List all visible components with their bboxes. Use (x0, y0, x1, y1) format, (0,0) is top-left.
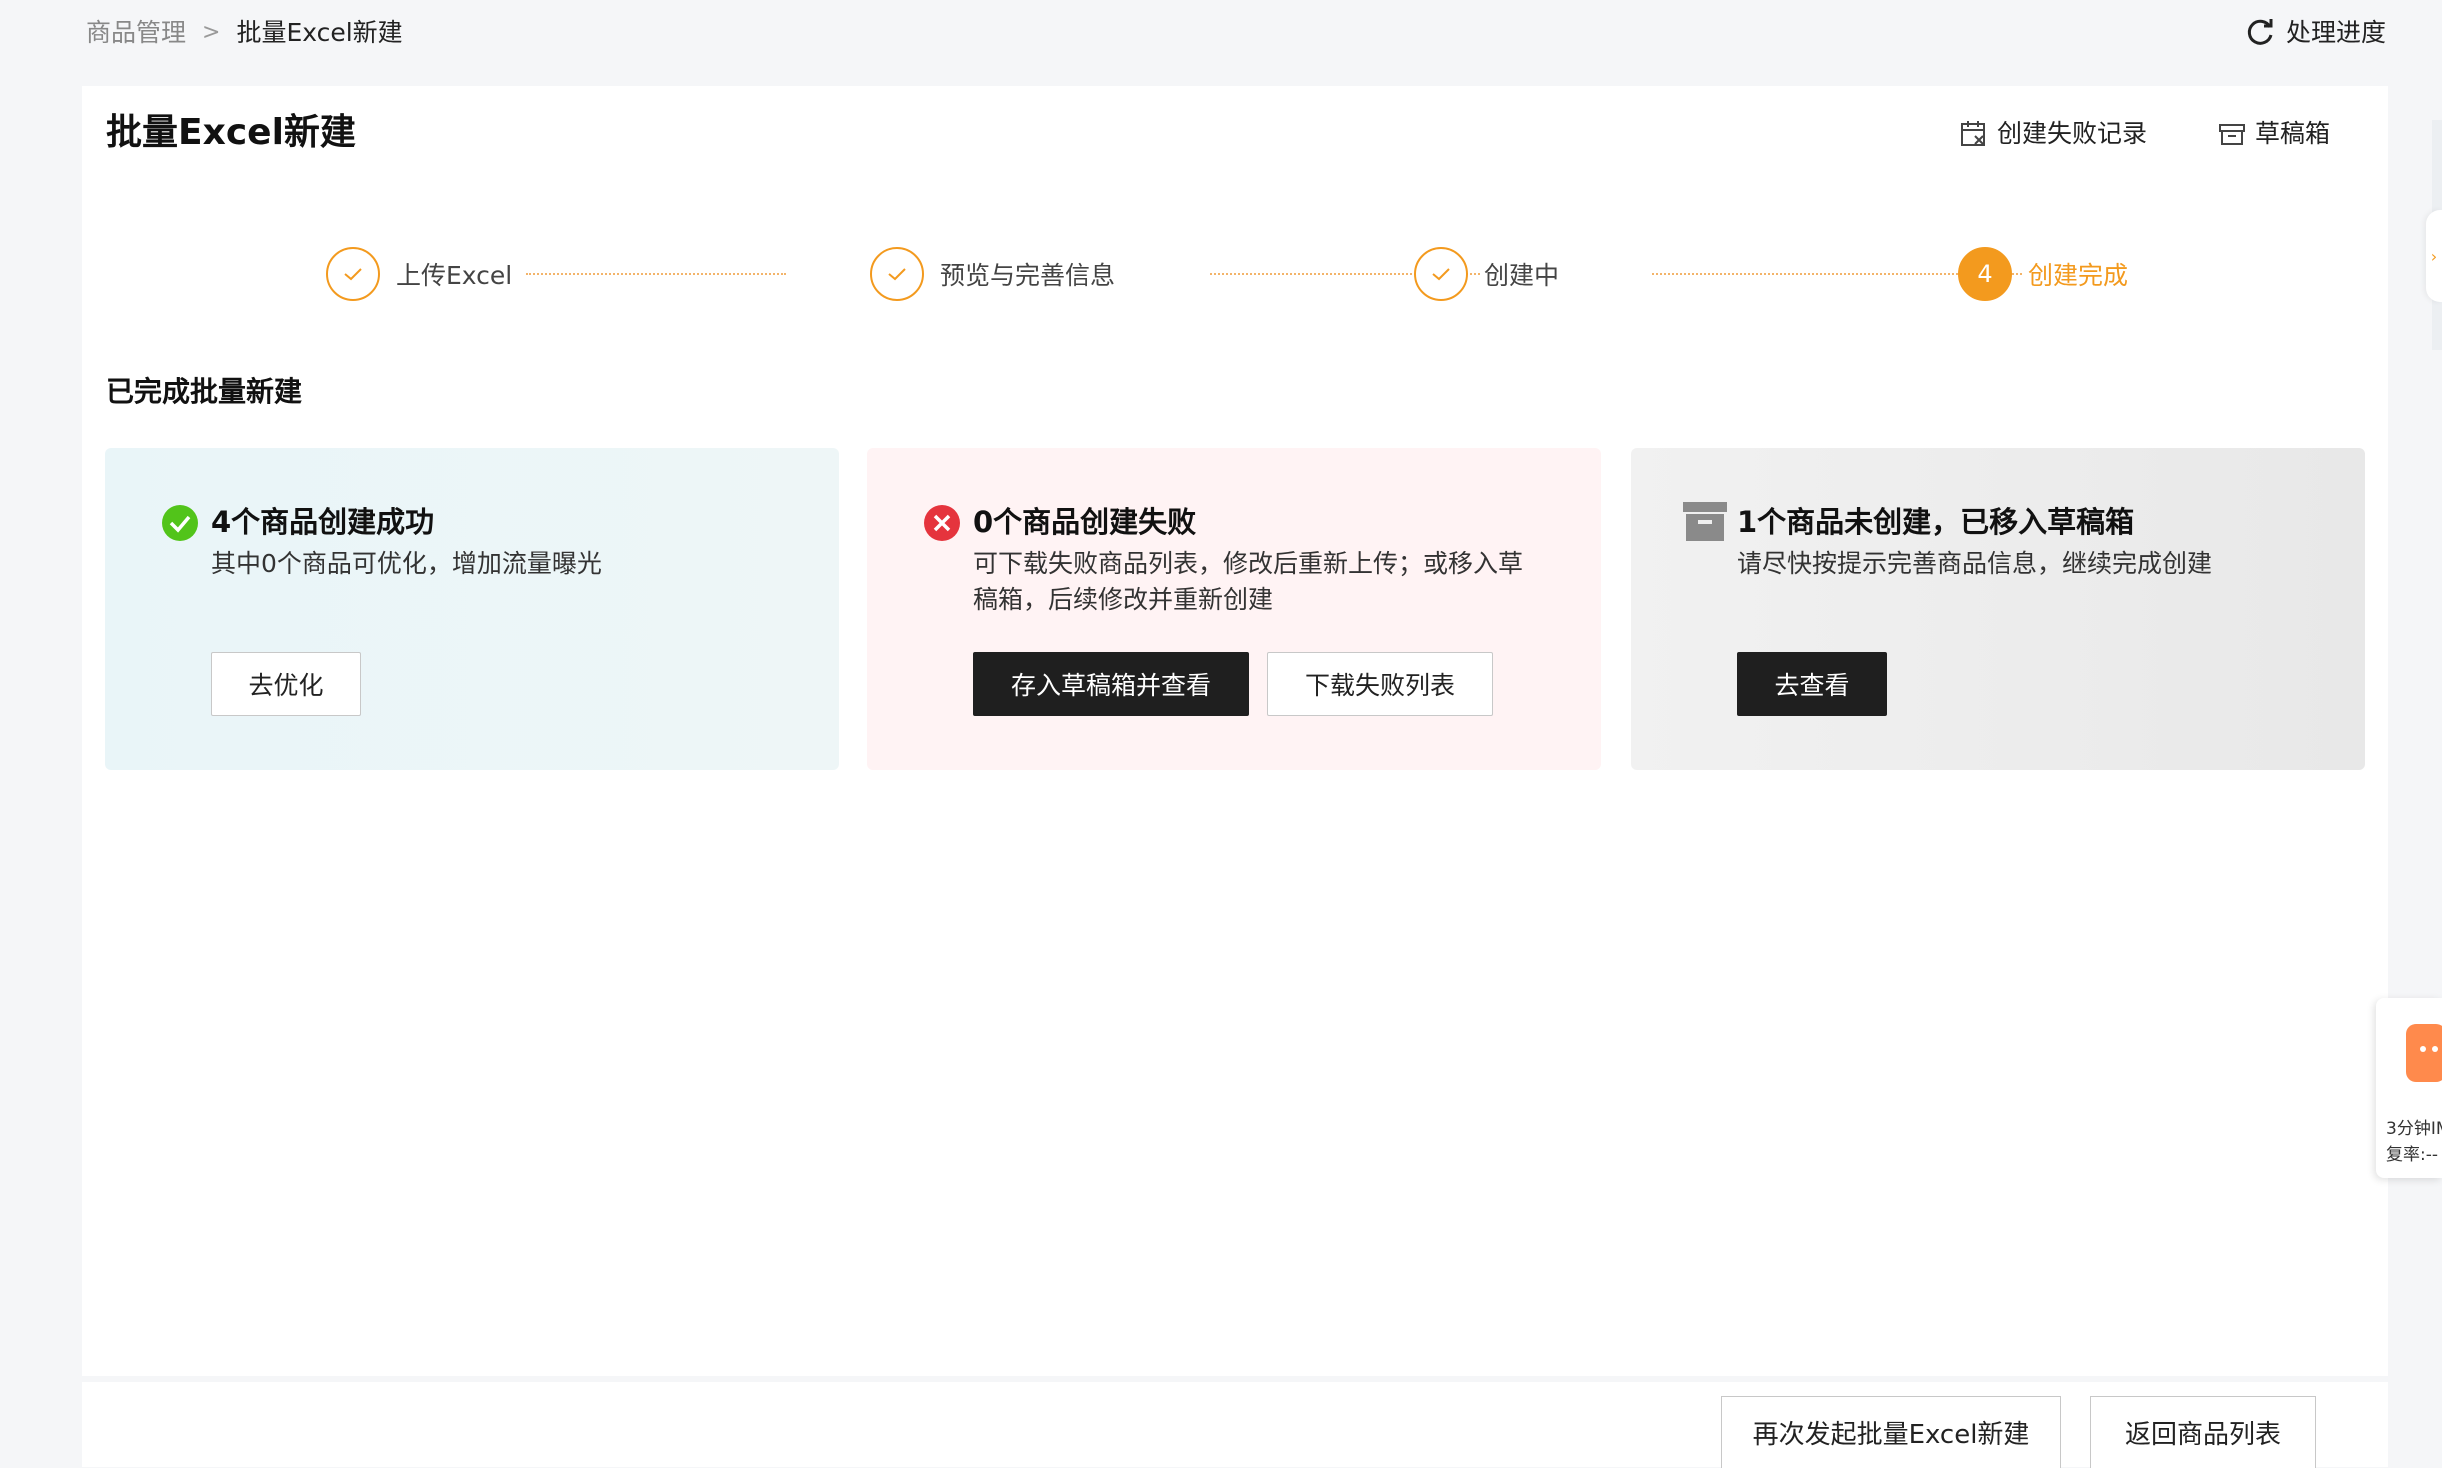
breadcrumb-separator: > (202, 20, 221, 45)
chevron-right-icon: › (2430, 246, 2438, 266)
save-draft-view-button[interactable]: 存入草稿箱并查看 (973, 652, 1249, 716)
step-upload: 上传Excel (326, 244, 512, 304)
step-label: 创建中 (1484, 261, 1560, 290)
page-title: 批量Excel新建 (106, 112, 356, 153)
step-number: 4 (1958, 247, 2012, 301)
failure-record-label: 创建失败记录 (1996, 119, 2147, 148)
breadcrumb-parent[interactable]: 商品管理 (86, 14, 186, 52)
main-card: 批量Excel新建 创建失败记录 草稿箱 上传Excel 预览与完善信息 创建中… (82, 86, 2388, 1376)
success-title: 4个商品创建成功 (211, 505, 435, 539)
download-failed-list-button[interactable]: 下载失败列表 (1267, 652, 1493, 716)
chat-response-label: 3分钟IM (2386, 1119, 2442, 1139)
chat-widget[interactable]: 3分钟IM 复率:-- (2376, 998, 2442, 1178)
breadcrumb-current: 批量Excel新建 (236, 18, 403, 47)
draft-panel: 1个商品未创建，已移入草稿箱 请尽快按提示完善商品信息，继续完成创建 去查看 (1631, 448, 2365, 770)
step-label: 预览与完善信息 (940, 261, 1116, 290)
progress-link[interactable]: 处理进度 (2244, 14, 2386, 52)
top-bar: 商品管理 > 批量Excel新建 处理进度 (0, 0, 2442, 80)
draft-box-icon (2218, 124, 2245, 145)
back-to-list-button[interactable]: 返回商品列表 (2090, 1396, 2316, 1468)
check-icon (1414, 247, 1468, 301)
breadcrumb: 商品管理 > 批量Excel新建 (86, 14, 403, 52)
check-icon (870, 247, 924, 301)
footer-bar: 再次发起批量Excel新建 返回商品列表 (82, 1382, 2388, 1468)
header-actions: 创建失败记录 草稿箱 (1959, 116, 2330, 152)
success-desc: 其中0个商品可优化，增加流量曝光 (211, 549, 602, 578)
draft-desc: 请尽快按提示完善商品信息，继续完成创建 (1737, 549, 2213, 578)
view-draft-button[interactable]: 去查看 (1737, 652, 1887, 716)
step-indicator: 上传Excel 预览与完善信息 创建中 4 创建完成 (326, 244, 2226, 308)
failure-record-button[interactable]: 创建失败记录 (1959, 116, 2147, 152)
error-close-icon (924, 505, 960, 541)
archive-box-icon (1683, 502, 1727, 541)
failed-title: 0个商品创建失败 (973, 505, 1197, 539)
success-panel: 4个商品创建成功 其中0个商品可优化，增加流量曝光 去优化 (105, 448, 839, 770)
step-label: 创建完成 (2028, 261, 2129, 290)
rebatch-button[interactable]: 再次发起批量Excel新建 (1721, 1396, 2061, 1468)
success-check-icon (162, 505, 198, 541)
check-icon (326, 247, 380, 301)
failure-record-icon (1960, 121, 1985, 146)
chat-rate-label: 复率:-- (2386, 1145, 2438, 1165)
progress-link-label: 处理进度 (2285, 18, 2386, 47)
step-label: 上传Excel (396, 261, 513, 290)
step-complete: 4 创建完成 (1958, 244, 2128, 304)
step-connector (526, 273, 786, 275)
failed-desc: 可下载失败商品列表，修改后重新上传；或移入草稿箱，后续修改并重新创建 (973, 549, 1524, 614)
draft-box-button[interactable]: 草稿箱 (2217, 116, 2330, 152)
step-preview: 预览与完善信息 (870, 244, 1115, 304)
section-title: 已完成批量新建 (106, 375, 303, 408)
chat-bubble-icon (2406, 1024, 2442, 1082)
draft-title: 1个商品未创建，已移入草稿箱 (1737, 505, 2135, 539)
failed-panel: 0个商品创建失败 可下载失败商品列表，修改后重新上传；或移入草稿箱，后续修改并重… (867, 448, 1601, 770)
refresh-icon (2247, 19, 2273, 45)
step-creating: 创建中 (1414, 244, 1559, 304)
side-expand-tab[interactable]: › (2426, 210, 2442, 302)
draft-box-label: 草稿箱 (2254, 119, 2330, 148)
optimize-button[interactable]: 去优化 (211, 652, 361, 716)
